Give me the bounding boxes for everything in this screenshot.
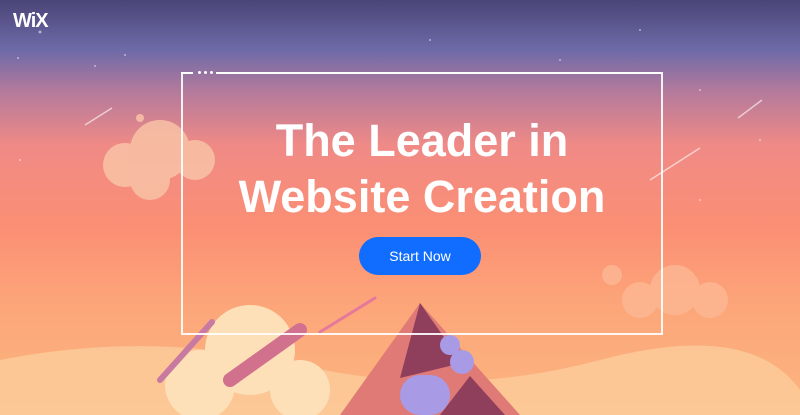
- start-now-button[interactable]: Start Now: [359, 237, 481, 275]
- frame-dot: [210, 71, 213, 74]
- frame-dot: [198, 71, 201, 74]
- hero-title-line1: The Leader in: [275, 115, 569, 166]
- hero-title: The Leader in Website Creation: [181, 113, 663, 225]
- frame-dot: [204, 71, 207, 74]
- frame-top-left: [181, 72, 193, 74]
- wix-logo[interactable]: WiX: [13, 10, 49, 33]
- hero-title-line2: Website Creation: [238, 171, 606, 222]
- frame-top-right: [216, 72, 661, 74]
